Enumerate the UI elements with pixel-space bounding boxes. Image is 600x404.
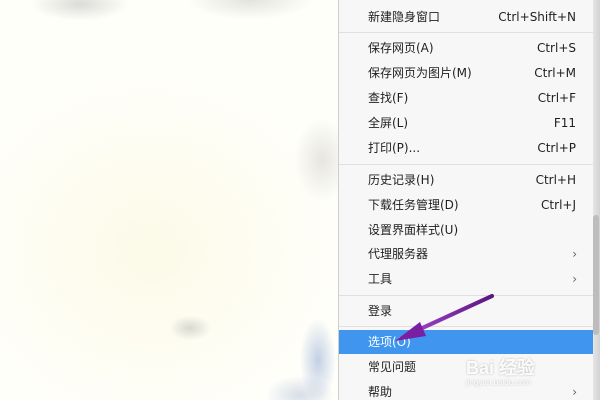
menu-divider (339, 32, 593, 33)
baidu-jingyan-watermark: Bai 经验 jingyan.baidu.com (462, 354, 574, 394)
menu-item-shortcut: Ctrl+M (534, 66, 576, 80)
menu-item-shortcut: Ctrl+S (536, 41, 576, 55)
browser-context-menu: 新建隐身窗口 Ctrl+Shift+N 保存网页(A) Ctrl+S 保存网页为… (338, 0, 593, 400)
menu-item-tools[interactable]: 工具 › (339, 267, 593, 291)
menu-item-find[interactable]: 查找(F) Ctrl+F (339, 86, 593, 110)
menu-item-save-page[interactable]: 保存网页(A) Ctrl+S (339, 36, 593, 60)
menu-item-shortcut: Ctrl+J (541, 198, 576, 212)
menu-item-shortcut: Ctrl+Shift+N (498, 10, 576, 24)
menu-item-label: 代理服务器 (368, 247, 429, 261)
menu-item-label: 帮助 (368, 385, 393, 399)
watermark-logo: Bai 经验 (466, 358, 536, 378)
menu-item-label: 历史记录(H) (368, 173, 435, 187)
menu-divider (339, 295, 593, 296)
chevron-right-icon: › (572, 272, 577, 286)
menu-item-label: 打印(P)... (368, 141, 421, 155)
menu-item-history[interactable]: 历史记录(H) Ctrl+H (339, 168, 593, 192)
menu-item-label: 全屏(L) (368, 116, 409, 130)
chevron-right-icon: › (572, 247, 577, 261)
menu-item-label: 查找(F) (368, 91, 409, 105)
scrollbar-thumb[interactable] (593, 215, 599, 335)
menu-item-shortcut: Ctrl+F (537, 91, 576, 105)
menu-item-shortcut: Ctrl+P (537, 141, 576, 155)
menu-item-options[interactable]: 选项(O) (339, 330, 593, 354)
menu-item-label: 登录 (368, 304, 393, 318)
menu-item-save-page-as-image[interactable]: 保存网页为图片(M) Ctrl+M (339, 61, 593, 85)
menu-item-label: 设置界面样式(U) (368, 223, 459, 237)
menu-divider (339, 326, 593, 327)
menu-item-login[interactable]: 登录 (339, 299, 593, 323)
menu-item-label: 选项(O) (368, 335, 411, 349)
menu-item-label: 下载任务管理(D) (368, 198, 459, 212)
menu-item-download-manager[interactable]: 下载任务管理(D) Ctrl+J (339, 193, 593, 217)
menu-item-label: 新建隐身窗口 (368, 10, 441, 24)
menu-item-proxy-server[interactable]: 代理服务器 › (339, 242, 593, 266)
menu-divider (339, 164, 593, 165)
menu-item-label: 保存网页(A) (368, 41, 434, 55)
menu-item-label: 工具 (368, 272, 393, 286)
menu-item-print[interactable]: 打印(P)... Ctrl+P (339, 136, 593, 160)
menu-item-fullscreen[interactable]: 全屏(L) F11 (339, 111, 593, 135)
window-edge (592, 0, 600, 400)
menu-item-interface-style[interactable]: 设置界面样式(U) (339, 218, 593, 242)
menu-item-shortcut: F11 (553, 116, 576, 130)
menu-item-new-incognito-window[interactable]: 新建隐身窗口 Ctrl+Shift+N (339, 5, 593, 29)
menu-item-shortcut: Ctrl+H (535, 173, 576, 187)
menu-item-label: 保存网页为图片(M) (368, 66, 472, 80)
watermark-url: jingyan.baidu.com (466, 378, 531, 387)
menu-item-label: 常见问题 (368, 360, 417, 374)
